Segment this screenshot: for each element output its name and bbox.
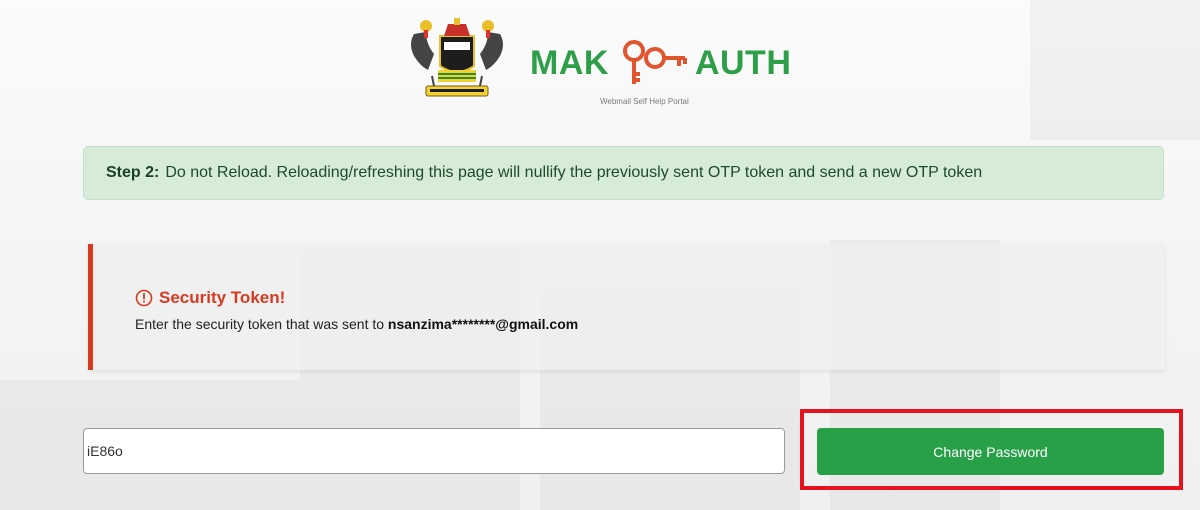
security-token-input[interactable] [83,428,785,474]
security-token-title: Security Token! [159,288,286,307]
step-alert: Step 2: Do not Reload. Reloading/refresh… [83,146,1164,200]
instructions-text: Enter the security token that was sent t… [135,316,385,332]
step-message: Do not Reload. Reloading/refreshing this… [165,164,983,181]
keys-icon [622,40,687,84]
masked-email: nsanzima********@gmail.com [387,316,579,332]
security-token-instructions: Enter the security token that was sent t… [135,316,578,332]
brand-left-text: MAK [530,43,609,82]
brand-right-text: AUTH [694,43,792,82]
security-token-heading: Security Token! [135,288,285,308]
brand-wordmark: MAK AUTH [530,38,791,88]
university-crest-logo [411,18,503,97]
step-label: Step 2: [106,164,160,181]
header: MAK AUTH Webmail Self Help Portal [0,0,1200,120]
portal-tagline: Webmail Self Help Portal [600,97,689,106]
security-token-card: Security Token! Enter the security token… [88,244,1165,370]
change-password-button[interactable]: Change Password [817,428,1164,475]
exclamation-circle-icon [135,289,153,307]
